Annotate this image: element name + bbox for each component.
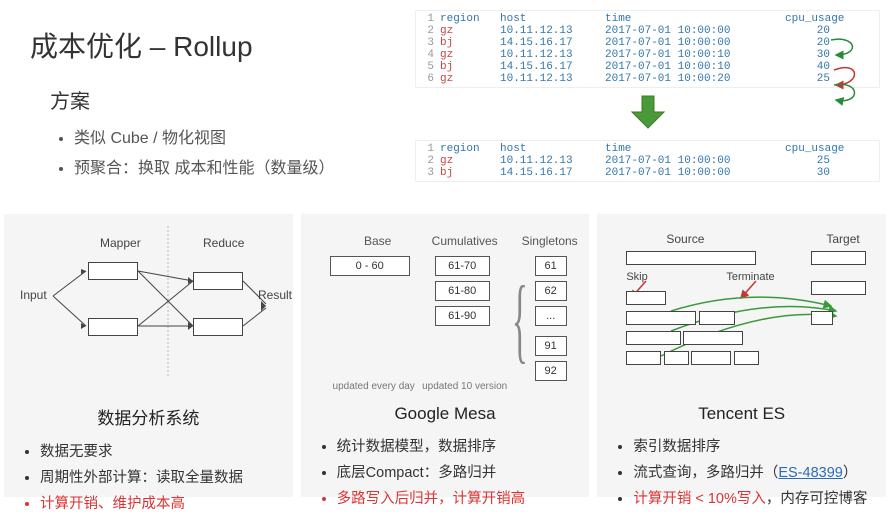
- slide-subtitle: 方案: [50, 85, 400, 114]
- hdr-cumulatives: Cumulatives: [430, 234, 500, 248]
- intro-bullet: 类似 Cube / 物化视图: [74, 124, 400, 154]
- table-before: 1 region host time cpu_usage 2gz10.11.12…: [415, 10, 880, 88]
- bullet-red: 计算开销 < 10%写入，内存可控博客: [633, 486, 872, 512]
- table-after: 1 region host time cpu_usage 2gz10.11.12…: [415, 140, 880, 182]
- es-issue-link[interactable]: ES-48399: [778, 465, 843, 481]
- result-label: Result: [258, 288, 292, 302]
- arrow-down-icon: [415, 94, 880, 134]
- slide-header-block: 成本优化 – Rollup 方案 类似 Cube / 物化视图 预聚合：换取 成…: [30, 25, 400, 185]
- bullet: 流式查询，多路归并（ES-48399）: [633, 460, 872, 486]
- bullet: 数据无要求: [40, 439, 279, 465]
- bullet-red: 多路写入后归并，计算开销高: [337, 486, 576, 512]
- slide-title: 成本优化 – Rollup: [30, 25, 400, 65]
- intro-bullet: 预聚合：换取 成本和性能（数量级）: [74, 154, 400, 184]
- panel-row: Mapper Reduce Input Result 数据分析系统 数据无要求 …: [0, 210, 890, 501]
- hdr-singletons: Singletons: [515, 234, 585, 248]
- panel-google-mesa: Base Cumulatives Singletons 0 - 60 61-70…: [301, 214, 590, 497]
- reduce-label: Reduce: [203, 236, 244, 250]
- hdr-base: Base: [343, 234, 413, 248]
- input-label: Input: [20, 288, 47, 302]
- terminate-label: Terminate: [726, 271, 774, 283]
- bullet: 统计数据模型，数据排序: [337, 434, 576, 460]
- panel-data-analysis: Mapper Reduce Input Result 数据分析系统 数据无要求 …: [4, 214, 293, 497]
- mapreduce-diagram: Mapper Reduce Input Result: [18, 226, 279, 396]
- rollup-tables: 1 region host time cpu_usage 2gz10.11.12…: [415, 10, 880, 182]
- skip-label: Skip: [626, 271, 647, 283]
- panel1-title: 数据分析系统: [18, 404, 279, 429]
- es-diagram: Source Target Skip Terminate: [611, 226, 872, 396]
- panel2-title: Google Mesa: [315, 404, 576, 424]
- bullet: 周期性外部计算：读取全量数据: [40, 465, 279, 491]
- bullet: 底层Compact：多路归并: [337, 460, 576, 486]
- panel3-title: Tencent ES: [611, 404, 872, 424]
- brace-icon: {: [511, 296, 527, 344]
- target-label: Target: [826, 232, 859, 246]
- bullet-red: 计算开销、维护成本高: [40, 491, 279, 517]
- source-label: Source: [666, 232, 704, 246]
- mesa-diagram: Base Cumulatives Singletons 0 - 60 61-70…: [315, 226, 576, 396]
- mapper-label: Mapper: [100, 236, 141, 250]
- panel-tencent-es: Source Target Skip Terminate Tencent ES …: [597, 214, 886, 497]
- panel1-bullets: 数据无要求 周期性外部计算：读取全量数据 计算开销、维护成本高: [26, 439, 279, 517]
- intro-bullet-list: 类似 Cube / 物化视图 预聚合：换取 成本和性能（数量级）: [60, 124, 400, 185]
- bullet: 索引数据排序: [633, 434, 872, 460]
- swirl-arrows-icon: [826, 30, 876, 120]
